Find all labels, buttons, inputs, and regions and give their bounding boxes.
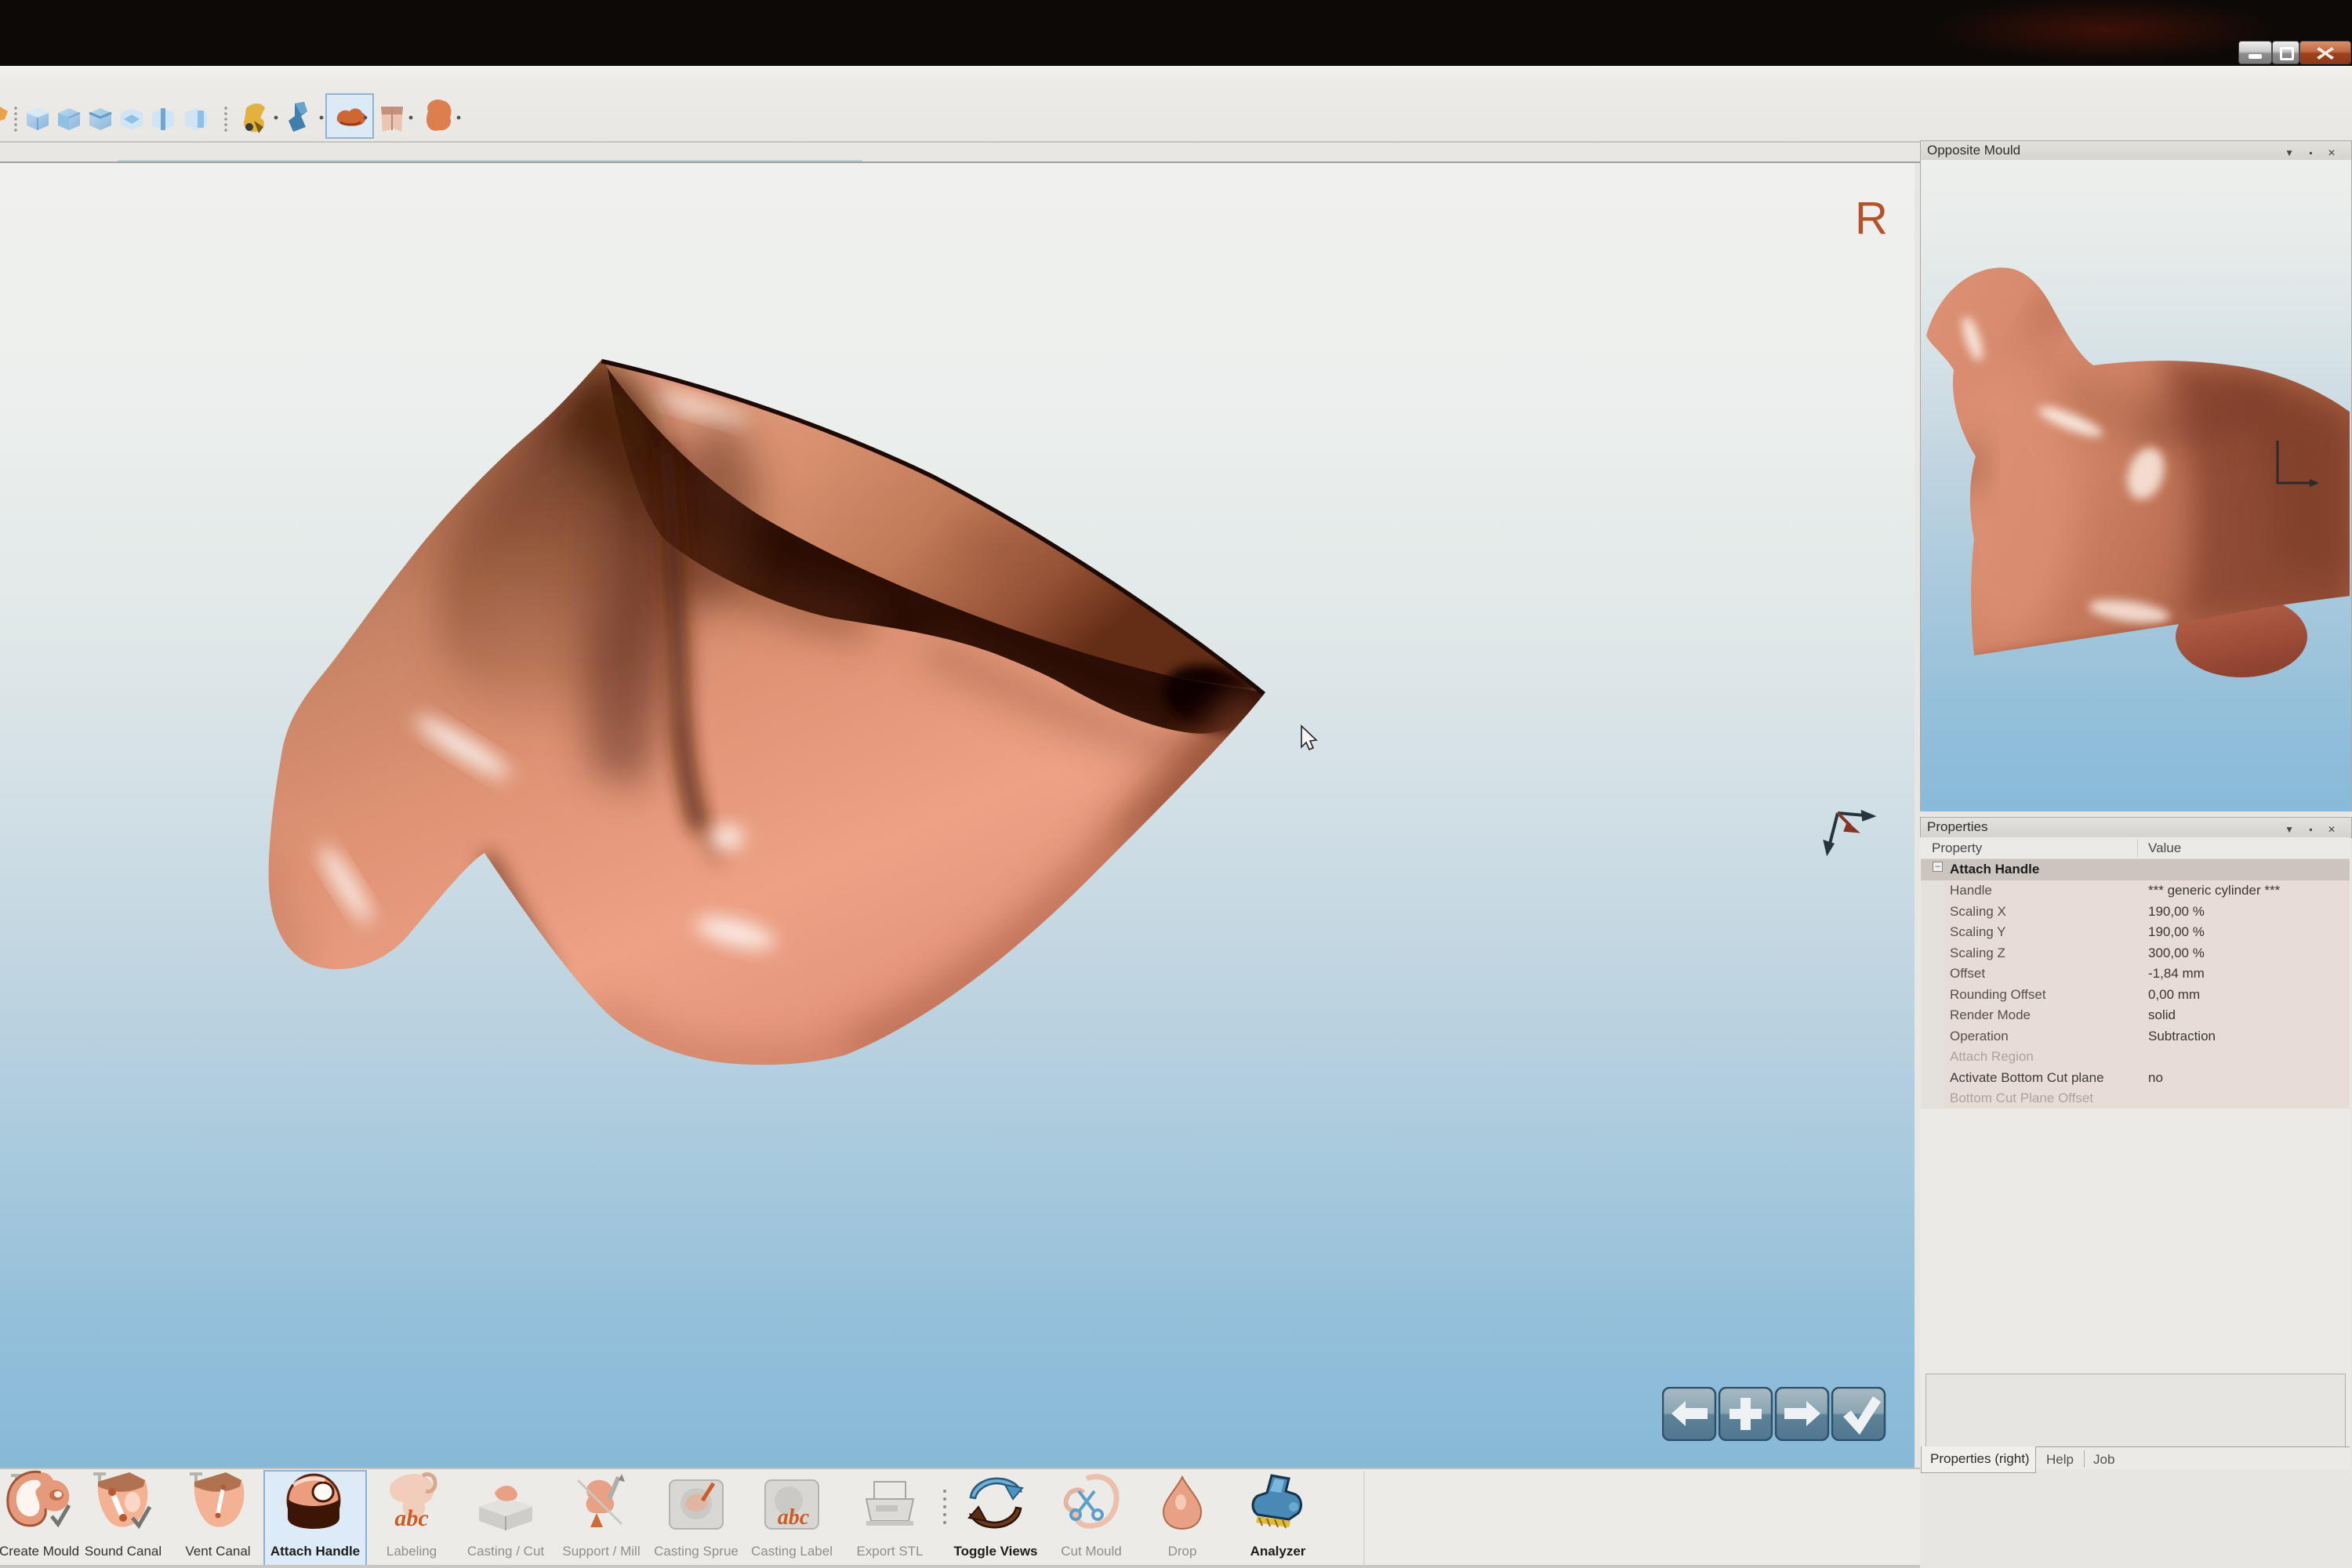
svg-text:Cut Mould: Cut Mould xyxy=(1061,1544,1121,1559)
svg-text:Casting Label: Casting Label xyxy=(751,1544,833,1559)
svg-text:Labeling: Labeling xyxy=(387,1544,437,1559)
svg-text:abc: abc xyxy=(778,1505,810,1530)
svg-text:Attach Handle: Attach Handle xyxy=(270,1544,360,1559)
svg-text:Analyzer: Analyzer xyxy=(1250,1544,1306,1559)
svg-text:Support / Mill: Support / Mill xyxy=(562,1544,640,1559)
svg-text:Casting / Cut: Casting / Cut xyxy=(467,1544,545,1559)
svg-text:Create Mould: Create Mould xyxy=(0,1544,79,1559)
svg-text:Drop: Drop xyxy=(1168,1544,1197,1559)
svg-text:Export STL: Export STL xyxy=(856,1544,923,1559)
svg-text:abc: abc xyxy=(394,1505,428,1531)
svg-text:R: R xyxy=(1855,193,1888,244)
svg-text:Toggle Views: Toggle Views xyxy=(953,1544,1037,1559)
svg-text:Casting Sprue: Casting Sprue xyxy=(654,1544,739,1559)
svg-text:Sound Canal: Sound Canal xyxy=(85,1544,162,1559)
svg-text:Vent Canal: Vent Canal xyxy=(185,1544,250,1559)
